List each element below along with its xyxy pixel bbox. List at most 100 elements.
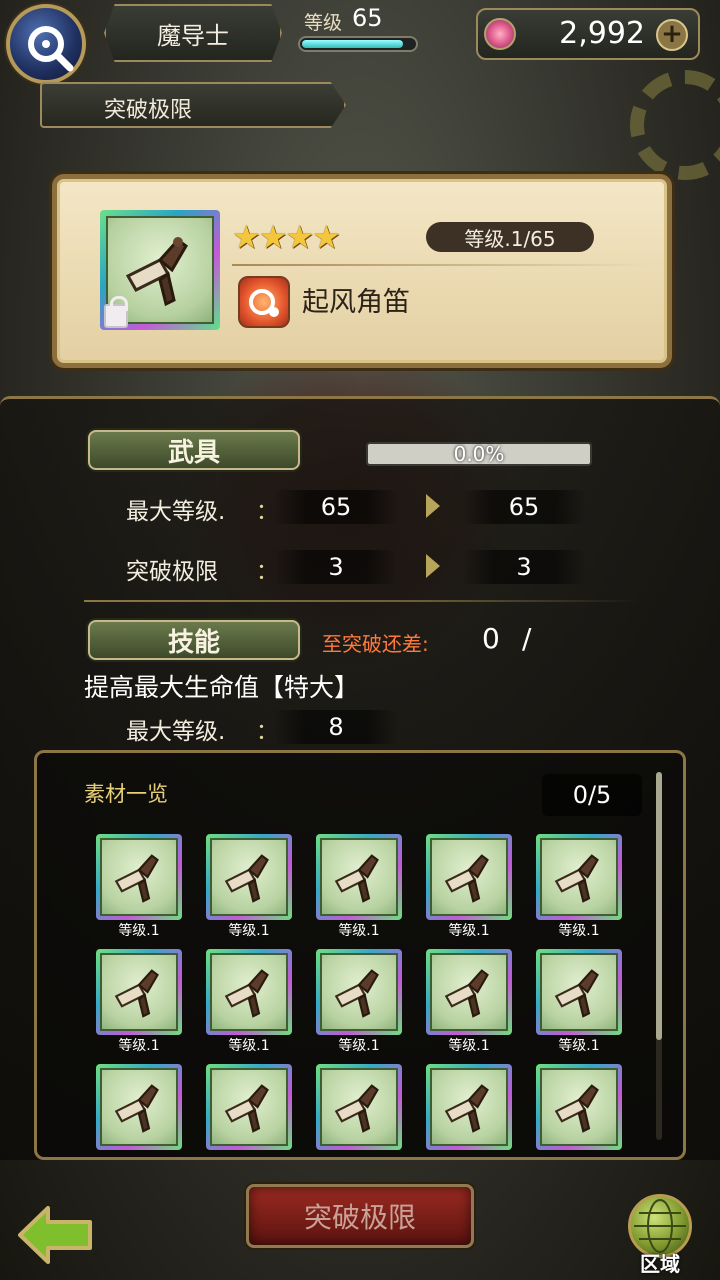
material-level: 等级.1 [338, 1038, 380, 1054]
material-level: 等级.1 [118, 1038, 160, 1054]
horn-icon [334, 1084, 379, 1133]
material-item[interactable]: 等级.1 [316, 834, 402, 944]
horn-icon [224, 1084, 269, 1133]
limit-break-label: 突破极限 [126, 559, 218, 585]
item-name: 起风角笛 [302, 287, 410, 318]
back-arrow-icon [18, 1206, 92, 1264]
material-thumbnail [316, 834, 402, 920]
max-level-next: 65 [462, 490, 586, 524]
material-item[interactable]: 等级.1 [206, 1064, 292, 1152]
material-thumbnail [206, 949, 292, 1035]
horn-icon [224, 854, 269, 903]
skill-max-level-label: 最大等级. [126, 719, 226, 745]
materials-title: 素材一览 [84, 782, 168, 806]
material-item[interactable]: 等级.1 [316, 1064, 402, 1152]
horn-icon [334, 854, 379, 903]
section-divider [84, 600, 640, 602]
screen-title-plate: 突破极限 [40, 82, 346, 128]
max-level-label: 最大等级. [126, 499, 226, 525]
horn-icon [114, 969, 159, 1018]
material-thumbnail [206, 1064, 292, 1150]
gem-icon [484, 18, 516, 50]
material-level: 等级.1 [448, 923, 490, 939]
screen-title: 突破极限 [104, 98, 193, 123]
material-item[interactable]: 等级.1 [96, 1064, 182, 1152]
item-level: 等级.1/65 [426, 222, 594, 252]
skill-section-tag: 技能 [88, 620, 300, 660]
lock-icon[interactable] [104, 296, 128, 328]
material-level: 等级.1 [558, 1038, 600, 1054]
arrow-right-icon [426, 494, 440, 518]
horn-icon [224, 969, 269, 1018]
material-item[interactable]: 等级.1 [426, 834, 512, 944]
horn-icon [444, 969, 489, 1018]
material-thumbnail [96, 949, 182, 1035]
materials-grid: 等级.1 等级.1 等级.1 等级.1 等级.1 等级.1 等级.1 等级.1 等级.1 等级.1… [96, 834, 636, 1152]
material-item[interactable]: 等级.1 [536, 834, 622, 944]
material-level: 等级.1 [316, 1150, 402, 1152]
limit-break-next: 3 [462, 550, 586, 584]
horn-icon [444, 854, 489, 903]
material-thumbnail [536, 1064, 622, 1150]
material-level: 等级.1 [448, 1038, 490, 1054]
horn-icon [554, 854, 599, 903]
rarity-stars: ★★★★ [232, 218, 341, 256]
break-progress-bar: 0.0% [366, 442, 592, 466]
material-item[interactable]: 等级.1 [536, 1064, 622, 1152]
material-level: 等级.1 [228, 923, 270, 939]
material-thumbnail [96, 1064, 182, 1150]
accessory-type-icon [238, 276, 290, 328]
material-level: 等级.1 [228, 1038, 270, 1054]
area-button-label[interactable]: 区域 [640, 1248, 680, 1277]
skill-name: 提高最大生命值【特大】 [84, 673, 360, 702]
material-thumbnail [536, 834, 622, 920]
player-exp-bar [298, 36, 418, 52]
material-item[interactable]: 等级.1 [316, 949, 402, 1059]
material-thumbnail [316, 949, 402, 1035]
material-thumbnail [426, 1064, 512, 1150]
horn-icon [114, 854, 159, 903]
materials-scroll-thumb[interactable] [656, 772, 662, 1040]
weapon-section-tag: 武具 [88, 430, 300, 470]
material-level: 等级.1 [338, 923, 380, 939]
horn-icon [554, 969, 599, 1018]
material-item[interactable]: 等级.1 [96, 949, 182, 1059]
remaining-label: 至突破还差: [322, 632, 429, 656]
back-button[interactable] [16, 1202, 94, 1268]
material-thumbnail [206, 834, 292, 920]
skill-max-level-value: 8 [274, 710, 398, 744]
player-level-value: 65 [352, 4, 383, 32]
limit-break-current: 3 [274, 550, 398, 584]
remaining-slash: / [522, 622, 532, 655]
class-name: 魔导士 [157, 21, 229, 50]
material-thumbnail [426, 949, 512, 1035]
material-thumbnail [426, 834, 512, 920]
material-level: 等级.1 [558, 923, 600, 939]
player-exp-fill [302, 40, 403, 48]
material-level: 等级.1 [96, 1150, 182, 1152]
horn-icon [554, 1084, 599, 1133]
material-item[interactable]: 等级.1 [206, 949, 292, 1059]
limit-break-button[interactable]: 突破极限 [246, 1184, 474, 1248]
search-icon [28, 26, 74, 72]
material-level: 等级.1 [426, 1150, 512, 1152]
material-item[interactable]: 等级.1 [536, 949, 622, 1059]
material-level: 等级.1 [118, 923, 160, 939]
material-item[interactable]: 等级.1 [206, 834, 292, 944]
max-level-current: 65 [274, 490, 398, 524]
search-button[interactable] [6, 4, 86, 84]
horn-icon [444, 1084, 489, 1133]
material-thumbnail [96, 834, 182, 920]
material-item[interactable]: 等级.1 [426, 1064, 512, 1152]
class-name-plate: 魔导士 [104, 4, 282, 62]
remaining-value: 0 [482, 622, 500, 655]
material-item[interactable]: 等级.1 [426, 949, 512, 1059]
horn-icon [334, 969, 379, 1018]
material-level: 等级.1 [206, 1150, 292, 1152]
arrow-right-icon [426, 554, 440, 578]
add-gems-button[interactable]: + [656, 19, 688, 51]
material-thumbnail [316, 1064, 402, 1150]
material-item[interactable]: 等级.1 [96, 834, 182, 944]
material-thumbnail [536, 949, 622, 1035]
horn-icon [114, 1084, 159, 1133]
